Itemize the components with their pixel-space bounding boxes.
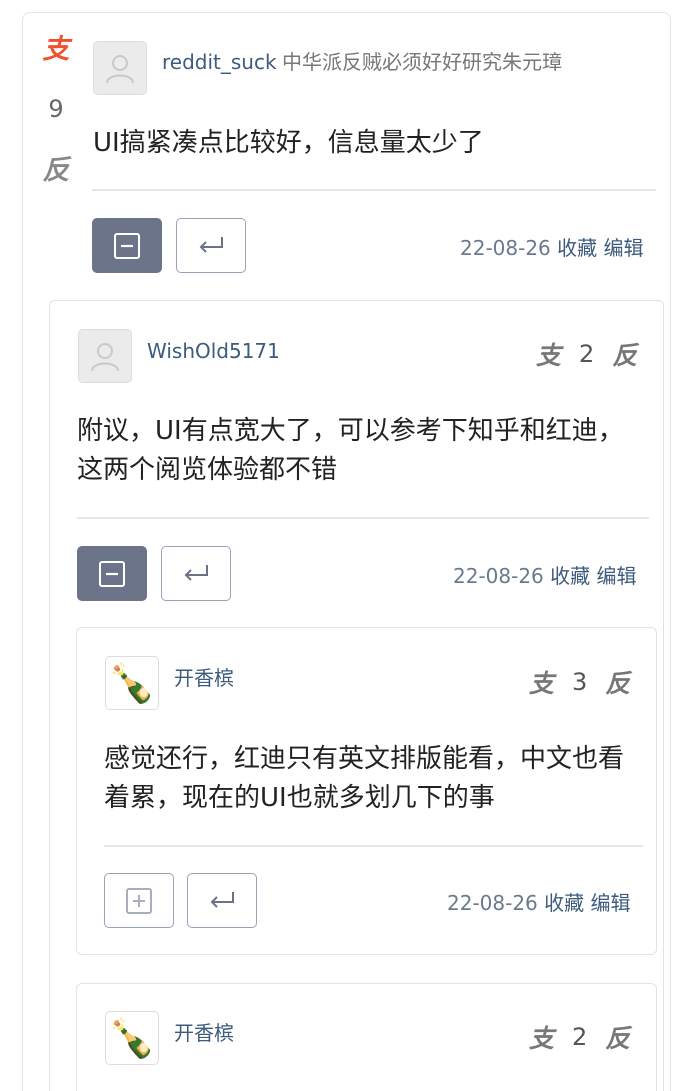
vote-bar: 支 2 反 [529, 1019, 630, 1055]
support-vote-button[interactable]: 支 [529, 664, 554, 700]
support-vote-button[interactable]: 支 [529, 1019, 554, 1055]
comment-date: 22-08-26 [453, 564, 544, 588]
comment-text-line: 感觉还行，红迪只有英文排版能看，中文也看 [104, 744, 625, 774]
vote-count: 3 [572, 668, 588, 696]
avatar[interactable] [78, 329, 132, 383]
divider [77, 517, 649, 519]
minus-square-icon [99, 560, 125, 587]
favorite-link[interactable]: 收藏 [544, 891, 584, 915]
comment-meta: 22-08-26 收藏 编辑 [447, 891, 631, 915]
default-user-icon [91, 343, 119, 372]
edit-link[interactable]: 编辑 [591, 891, 631, 915]
username-link[interactable]: reddit_suck [162, 50, 277, 74]
vote-bar: 支 3 反 [529, 664, 630, 700]
comment-text-line: 附议，UI有点宽大了，可以参考下知乎和红迪， [77, 416, 624, 446]
collapse-button[interactable] [92, 218, 162, 273]
avatar[interactable]: 🍾 [105, 656, 159, 710]
oppose-vote-button[interactable]: 反 [605, 664, 630, 700]
plus-square-icon [126, 887, 152, 914]
vote-count: 2 [579, 340, 595, 368]
vote-column: 支 9 反 [30, 36, 82, 184]
avatar[interactable] [93, 41, 147, 95]
username-link[interactable]: 开香槟 [174, 666, 234, 690]
reply-button[interactable] [187, 873, 257, 928]
comment-date: 22-08-26 [460, 236, 551, 260]
champagne-icon: 🍾 [108, 1015, 156, 1060]
champagne-icon: 🍾 [108, 660, 156, 705]
avatar[interactable]: 🍾 [105, 1011, 159, 1065]
edit-link[interactable]: 编辑 [597, 564, 637, 588]
username-link[interactable]: WishOld5171 [147, 339, 280, 363]
reply-button[interactable] [176, 218, 246, 273]
minus-square-icon [114, 232, 140, 259]
expand-button[interactable] [104, 873, 174, 928]
comment-text: 感觉还行，红迪只有英文排版能看，中文也看 着累，现在的UI也就多划几下的事 [104, 740, 624, 818]
reply-button[interactable] [161, 546, 231, 601]
vote-bar: 支 2 反 [536, 336, 637, 372]
oppose-vote-button[interactable]: 反 [605, 1019, 630, 1055]
comment-text-line: 这两个阅览体验都不错 [77, 455, 338, 485]
oppose-vote-button[interactable]: 反 [30, 157, 82, 184]
username-link[interactable]: 开香槟 [174, 1021, 234, 1045]
reply-arrow-icon [210, 891, 234, 908]
vote-count: 9 [48, 95, 64, 123]
oppose-vote-button[interactable]: 反 [612, 336, 637, 372]
favorite-link[interactable]: 收藏 [550, 564, 590, 588]
comment-text: 附议，UI有点宽大了，可以参考下知乎和红迪， 这两个阅览体验都不错 [77, 412, 624, 490]
divider [104, 845, 643, 847]
support-vote-button[interactable]: 支 [30, 36, 82, 63]
comment-text: UI搞紧凑点比较好，信息量太少了 [93, 128, 484, 158]
default-user-icon [106, 55, 134, 84]
vote-count: 2 [572, 1023, 588, 1051]
favorite-link[interactable]: 收藏 [557, 236, 597, 260]
comment-text-line: 着累，现在的UI也就多划几下的事 [104, 783, 495, 813]
user-signature: 中华派反贼必须好好研究朱元璋 [282, 50, 562, 74]
comment-meta: 22-08-26 收藏 编辑 [460, 236, 644, 260]
support-vote-button[interactable]: 支 [536, 336, 561, 372]
collapse-button[interactable] [77, 546, 147, 601]
reply-arrow-icon [199, 236, 223, 253]
comment-meta: 22-08-26 收藏 编辑 [453, 564, 637, 588]
reply-arrow-icon [184, 564, 208, 581]
comment-date: 22-08-26 [447, 891, 538, 915]
divider [92, 189, 656, 191]
edit-link[interactable]: 编辑 [604, 236, 644, 260]
